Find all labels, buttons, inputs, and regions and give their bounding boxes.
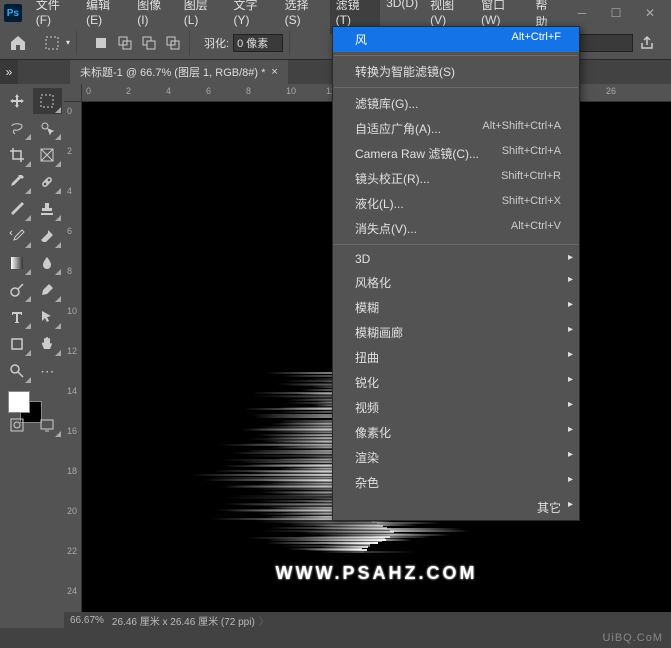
window-controls: ─ ☐ ✕ <box>565 3 667 23</box>
hand-tool[interactable] <box>33 331 63 357</box>
selection-subtract-icon[interactable] <box>139 33 159 53</box>
shape-tool[interactable] <box>2 331 32 357</box>
pen-tool[interactable] <box>33 277 63 303</box>
lasso-tool[interactable] <box>2 115 32 141</box>
chevron-down-icon[interactable]: ▾ <box>66 38 70 47</box>
filter-vanishing-point[interactable]: 消失点(V)...Alt+Ctrl+V <box>333 216 579 241</box>
filter-sharpen-submenu[interactable]: 锐化 <box>333 370 579 395</box>
filter-liquify[interactable]: 液化(L)...Shift+Ctrl+X <box>333 191 579 216</box>
feather-label: 羽化: <box>204 35 229 51</box>
home-icon[interactable] <box>8 33 28 53</box>
panel-expand-icon[interactable]: » <box>0 60 18 84</box>
menu-edit[interactable]: 编辑(E) <box>80 0 131 34</box>
stamp-tool[interactable] <box>33 196 63 222</box>
title-bar: Ps 文件(F) 编辑(E) 图像(I) 图层(L) 文字(Y) 选择(S) 滤… <box>0 0 671 26</box>
move-tool[interactable] <box>2 88 32 114</box>
filter-menu-dropdown: 风Alt+Ctrl+F 转换为智能滤镜(S) 滤镜库(G)... 自适应广角(A… <box>332 26 580 521</box>
screenmode-tool[interactable] <box>33 412 63 438</box>
tool-panel: ⋯ <box>0 84 64 628</box>
quick-select-tool[interactable] <box>33 115 63 141</box>
close-button[interactable]: ✕ <box>633 3 667 23</box>
watermark-text: WWW.PSAHZ.COM <box>276 563 478 584</box>
document-status-strip: 66.67% 26.46 厘米 x 26.46 厘米 (72 ppi) 〉 <box>64 612 671 628</box>
brand-footer: UiBQ.CoM <box>0 628 671 648</box>
filter-blur-submenu[interactable]: 模糊 <box>333 295 579 320</box>
blur-tool[interactable] <box>33 250 63 276</box>
filter-adaptive-wide[interactable]: 自适应广角(A)...Alt+Shift+Ctrl+A <box>333 116 579 141</box>
filter-gallery[interactable]: 滤镜库(G)... <box>333 91 579 116</box>
menu-file[interactable]: 文件(F) <box>30 0 80 34</box>
filter-lens-correction[interactable]: 镜头校正(R)...Shift+Ctrl+R <box>333 166 579 191</box>
crop-tool[interactable] <box>2 142 32 168</box>
zoom-level[interactable]: 66.67% <box>70 615 104 626</box>
share-icon[interactable] <box>637 33 657 53</box>
minimize-button[interactable]: ─ <box>565 3 599 23</box>
menu-layer[interactable]: 图层(L) <box>178 0 228 34</box>
brush-tool[interactable] <box>2 196 32 222</box>
filter-stylize-submenu[interactable]: 风格化 <box>333 270 579 295</box>
marquee-tool-icon[interactable] <box>42 33 62 53</box>
dodge-tool[interactable] <box>2 277 32 303</box>
filter-pixelate-submenu[interactable]: 像素化 <box>333 420 579 445</box>
filter-video-submenu[interactable]: 视频 <box>333 395 579 420</box>
gradient-tool[interactable] <box>2 250 32 276</box>
type-tool[interactable] <box>2 304 32 330</box>
document-dimensions: 26.46 厘米 x 26.46 厘米 (72 ppi) <box>112 613 255 628</box>
frame-tool[interactable] <box>33 142 63 168</box>
healing-tool[interactable] <box>33 169 63 195</box>
ruler-vertical[interactable]: 024681012141618202224 <box>64 102 82 612</box>
close-tab-icon[interactable]: × <box>271 66 277 78</box>
eraser-tool[interactable] <box>33 223 63 249</box>
menu-select[interactable]: 选择(S) <box>279 0 330 34</box>
edit-toolbar[interactable]: ⋯ <box>33 358 63 384</box>
filter-camera-raw[interactable]: Camera Raw 滤镜(C)...Shift+Ctrl+A <box>333 141 579 166</box>
menu-image[interactable]: 图像(I) <box>131 0 178 34</box>
marquee-tool[interactable] <box>33 88 63 114</box>
eyedropper-tool[interactable] <box>2 169 32 195</box>
filter-render-submenu[interactable]: 渲染 <box>333 445 579 470</box>
document-tab[interactable]: 未标题-1 @ 66.7% (图层 1, RGB/8#) * × <box>70 60 288 84</box>
filter-last-wind[interactable]: 风Alt+Ctrl+F <box>333 27 579 52</box>
filter-noise-submenu[interactable]: 杂色 <box>333 470 579 495</box>
filter-other-submenu[interactable]: 其它 <box>333 495 579 520</box>
selection-intersect-icon[interactable] <box>163 33 183 53</box>
foreground-color-swatch[interactable] <box>8 391 30 413</box>
feather-input[interactable] <box>233 34 283 52</box>
selection-add-icon[interactable] <box>115 33 135 53</box>
history-brush-tool[interactable] <box>2 223 32 249</box>
menu-type[interactable]: 文字(Y) <box>228 0 279 34</box>
filter-convert-smart[interactable]: 转换为智能滤镜(S) <box>333 59 579 84</box>
filter-3d-submenu[interactable]: 3D <box>333 248 579 270</box>
brand-text: UiBQ.CoM <box>602 632 663 644</box>
maximize-button[interactable]: ☐ <box>599 3 633 23</box>
path-select-tool[interactable] <box>33 304 63 330</box>
quickmask-tool[interactable] <box>2 412 32 438</box>
zoom-tool[interactable] <box>2 358 32 384</box>
document-tab-title: 未标题-1 @ 66.7% (图层 1, RGB/8#) * <box>80 64 265 80</box>
filter-distort-submenu[interactable]: 扭曲 <box>333 345 579 370</box>
selection-new-icon[interactable] <box>91 33 111 53</box>
filter-blur-gallery-submenu[interactable]: 模糊画廊 <box>333 320 579 345</box>
app-logo: Ps <box>4 4 22 22</box>
